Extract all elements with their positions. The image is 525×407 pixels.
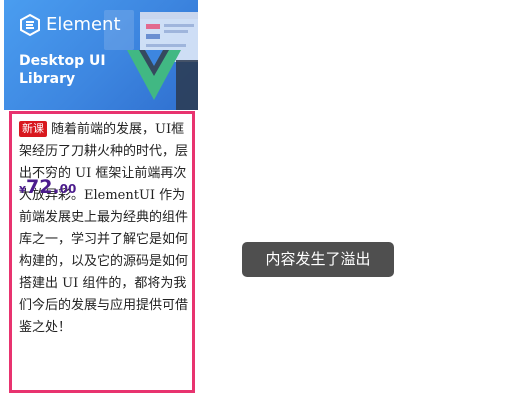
price-currency: ¥ — [19, 185, 26, 196]
course-description-block: 新课 随着前端的发展，UI框架经历了刀耕火种的时代，层出不穷的 UI 框架让前端再… — [19, 119, 191, 339]
price-decimal: 00 — [59, 182, 77, 196]
vue-logo-icon — [127, 50, 181, 100]
new-course-badge: 新课 — [19, 121, 47, 137]
element-logo-icon — [20, 13, 40, 37]
course-card[interactable]: Element Desktop UI Library 新课 随着前端的发展，UI框… — [4, 0, 198, 398]
toast-message: 内容发生了溢出 — [265, 250, 371, 268]
course-price: ¥72.00 — [19, 176, 76, 198]
course-info: 新课 随着前端的发展，UI框架经历了刀耕火种的时代，层出不穷的 UI 框架让前端再… — [9, 111, 195, 393]
overflow-toast: 内容发生了溢出 — [242, 242, 394, 277]
brand-name: Element — [46, 14, 121, 35]
course-description: 随着前端的发展，UI框架经历了刀耕火种的时代，层出不穷的 UI 框架让前端再次大… — [19, 122, 189, 335]
banner-title-line2: Library — [19, 71, 76, 87]
course-banner[interactable]: Element Desktop UI Library — [4, 0, 198, 110]
banner-title-line1: Desktop UI — [19, 53, 106, 69]
price-integer: 72. — [25, 176, 60, 198]
